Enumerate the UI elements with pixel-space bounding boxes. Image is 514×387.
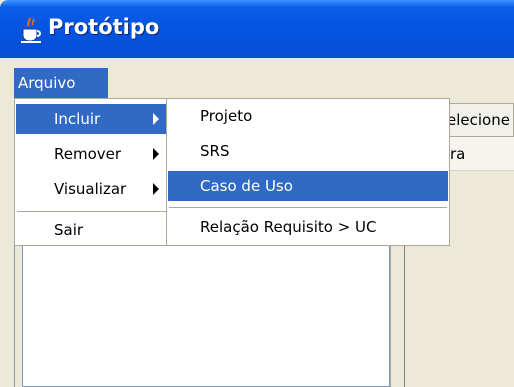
submenu-arrow-icon bbox=[153, 113, 159, 125]
tree-panel[interactable] bbox=[22, 234, 390, 387]
submenu-incluir: Projeto SRS Caso de Uso Relação Requisit… bbox=[166, 98, 450, 246]
java-cup-icon bbox=[21, 17, 41, 43]
menu-separator bbox=[17, 211, 171, 212]
submenu-arrow-icon bbox=[153, 183, 159, 195]
menu-item-srs[interactable]: SRS bbox=[168, 136, 448, 166]
window-title: Protótipo bbox=[48, 15, 160, 39]
menu-item-label: Visualizar bbox=[54, 180, 127, 198]
menu-item-label: Remover bbox=[54, 145, 122, 163]
menu-arquivo[interactable]: Arquivo bbox=[14, 68, 108, 98]
menu-item-label: Sair bbox=[54, 221, 84, 239]
menu-item-visualizar[interactable]: Visualizar bbox=[16, 174, 172, 204]
submenu-arrow-icon bbox=[153, 148, 159, 160]
menu-item-relacao-requisito-uc[interactable]: Relação Requisito > UC bbox=[168, 212, 448, 242]
menu-item-sair[interactable]: Sair bbox=[16, 215, 172, 245]
split-divider[interactable] bbox=[390, 234, 404, 387]
menu-item-remover[interactable]: Remover bbox=[16, 139, 172, 169]
title-bar: Protótipo bbox=[0, 0, 514, 58]
menu-item-caso-de-uso[interactable]: Caso de Uso bbox=[168, 171, 448, 201]
menu-item-incluir[interactable]: Incluir bbox=[16, 104, 172, 134]
menu-separator bbox=[169, 207, 447, 208]
menu-item-projeto[interactable]: Projeto bbox=[168, 101, 448, 131]
dropdown-arquivo: Incluir Remover Visualizar Sair bbox=[14, 98, 174, 246]
menu-item-label: Incluir bbox=[54, 110, 101, 128]
